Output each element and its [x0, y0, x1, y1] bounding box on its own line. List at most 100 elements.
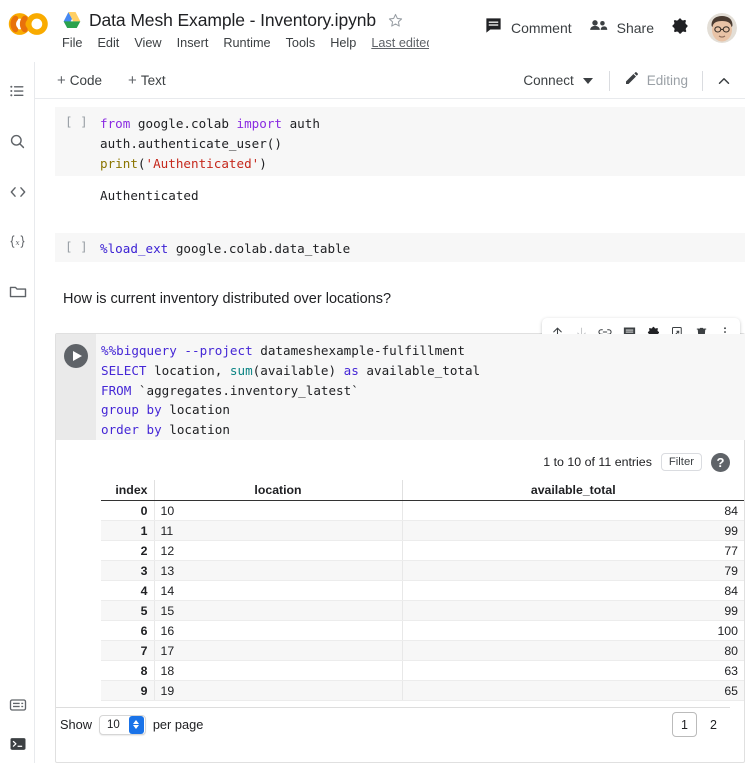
sidebar-item-terminal[interactable]	[0, 727, 35, 761]
comment-icon	[484, 16, 503, 40]
table-row[interactable]: 6 16 100	[101, 620, 744, 641]
run-cell-button[interactable]	[64, 344, 88, 368]
column-header-index[interactable]: index	[101, 480, 154, 501]
colab-logo[interactable]	[6, 9, 54, 39]
user-avatar[interactable]	[707, 13, 737, 43]
connect-button[interactable]: Connect	[515, 69, 600, 92]
column-header-available-total[interactable]: available_total	[401, 480, 744, 501]
cell-prompt: [ ]	[65, 239, 88, 254]
app-header: Data Mesh Example - Inventory.ipynb File…	[0, 0, 745, 62]
menu-insert[interactable]: Insert	[177, 36, 209, 50]
code-content[interactable]: from google.colab import auth auth.authe…	[100, 114, 320, 173]
data-table-output: 1 to 10 of 11 entries Filter ? index loc…	[56, 440, 744, 741]
star-outline-icon[interactable]	[387, 12, 404, 29]
code-cell-load-ext[interactable]: [ ] %load_ext google.colab.data_table	[55, 233, 745, 262]
table-row[interactable]: 0 10 84	[101, 500, 744, 521]
table-row[interactable]: 2 12 77	[101, 540, 744, 561]
cell-index: 0	[101, 500, 154, 521]
play-icon	[72, 351, 82, 361]
stepper-icon[interactable]	[128, 715, 144, 734]
stepper-up-icon	[133, 720, 140, 724]
gear-icon	[670, 16, 690, 41]
cell-index: 5	[101, 600, 154, 621]
sidebar-item-search[interactable]	[0, 124, 35, 158]
cell-location: 18	[153, 660, 402, 681]
table-row[interactable]: 9 19 65	[101, 680, 744, 701]
menu-bar: File Edit View Insert Runtime Tools Help…	[62, 36, 429, 50]
code-content[interactable]: %load_ext google.colab.data_table	[100, 239, 350, 259]
sidebar-item-table-of-contents[interactable]	[0, 74, 35, 108]
cell-index: 2	[101, 540, 154, 561]
table-row[interactable]: 7 17 80	[101, 640, 744, 661]
svg-text:x: x	[15, 238, 19, 247]
menu-runtime[interactable]: Runtime	[223, 36, 270, 50]
last-edited-label[interactable]: Last edited	[371, 36, 429, 50]
sidebar-item-variables[interactable]: x	[0, 225, 35, 259]
filter-button[interactable]: Filter	[660, 453, 702, 471]
code-cell-auth[interactable]: [ ] from google.colab import auth auth.a…	[55, 107, 745, 176]
per-page-select[interactable]: 10	[99, 714, 146, 735]
menu-edit[interactable]: Edit	[97, 36, 119, 50]
cell-available-total: 99	[401, 600, 744, 621]
cell-available-total: 80	[401, 640, 744, 661]
menu-tools[interactable]: Tools	[286, 36, 316, 50]
chevron-up-icon[interactable]	[711, 68, 737, 94]
chevron-down-icon	[582, 77, 593, 84]
table-row[interactable]: 3 13 79	[101, 560, 744, 581]
sidebar-item-code-snippets[interactable]	[0, 175, 35, 209]
results-table: index location available_total 0 10 84 1…	[101, 480, 744, 701]
menu-help[interactable]: Help	[330, 36, 356, 50]
cell-location: 16	[153, 620, 402, 641]
page-button-2[interactable]: 2	[701, 712, 726, 737]
notebook-toolbar: + Code + Text Connect Editing	[35, 62, 745, 99]
share-button[interactable]: Share	[580, 10, 662, 46]
cell-index: 9	[101, 680, 154, 701]
header-actions: Comment Share	[476, 10, 737, 46]
pencil-icon	[624, 70, 640, 91]
markdown-cell-question[interactable]: How is current inventory distributed ove…	[63, 291, 391, 307]
cell-available-total: 100	[401, 620, 744, 641]
pagination: 1 2	[672, 712, 726, 737]
table-body: 0 10 84 1 11 99 2 12 77 3 13 79 4 14 84 …	[101, 500, 744, 701]
cell-index: 6	[101, 620, 154, 641]
cell-available-total: 63	[401, 660, 744, 681]
table-row[interactable]: 1 11 99	[101, 520, 744, 541]
add-code-label: Code	[69, 73, 103, 88]
page-title[interactable]: Data Mesh Example - Inventory.ipynb	[89, 10, 376, 31]
add-code-cell-button[interactable]: + Code	[50, 70, 109, 91]
table-row[interactable]: 4 14 84	[101, 580, 744, 601]
settings-button[interactable]	[662, 11, 698, 46]
editing-label: Editing	[646, 73, 688, 88]
comment-label: Comment	[510, 20, 572, 36]
code-editor-area[interactable]: %%bigquery --project datameshexample-ful…	[96, 334, 745, 440]
page-button-1[interactable]: 1	[672, 712, 697, 737]
table-header-row: index location available_total	[101, 480, 744, 501]
cell-index: 8	[101, 660, 154, 681]
editing-mode-button[interactable]: Editing	[618, 66, 694, 95]
cell-location: 17	[153, 640, 402, 661]
add-text-cell-button[interactable]: + Text	[121, 70, 173, 91]
share-label: Share	[616, 20, 654, 36]
code-cell-bigquery[interactable]: %%bigquery --project datameshexample-ful…	[55, 318, 745, 763]
sidebar-item-files[interactable]	[0, 275, 35, 309]
cell-location: 11	[153, 520, 402, 541]
menu-file[interactable]: File	[62, 36, 82, 50]
toolbar-divider	[608, 70, 610, 91]
cell-prompt: [ ]	[65, 114, 88, 129]
column-header-location[interactable]: location	[153, 480, 402, 501]
table-row[interactable]: 8 18 63	[101, 660, 744, 681]
menu-view[interactable]: View	[134, 36, 161, 50]
sidebar-item-command-palette[interactable]	[0, 688, 35, 722]
cell-location: 13	[153, 560, 402, 581]
cell-available-total: 84	[401, 500, 744, 521]
toolbar-right-group: Connect Editing	[515, 62, 737, 99]
toolbar-left-group: + Code + Text	[50, 62, 173, 99]
plus-icon: +	[128, 72, 137, 89]
comment-button[interactable]: Comment	[476, 11, 580, 45]
code-content[interactable]: %%bigquery --project datameshexample-ful…	[101, 341, 480, 440]
help-icon[interactable]: ?	[711, 452, 730, 472]
table-row[interactable]: 5 15 99	[101, 600, 744, 621]
cell-available-total: 84	[401, 580, 744, 601]
cell-index: 7	[101, 640, 154, 661]
cell-location: 14	[153, 580, 402, 601]
